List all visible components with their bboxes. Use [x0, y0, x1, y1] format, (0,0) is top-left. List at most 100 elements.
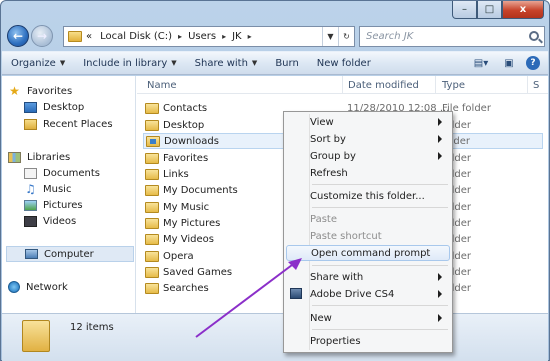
column-headers: Name Date modified Type S: [137, 76, 548, 94]
search-input[interactable]: [366, 31, 526, 42]
file-name: Favorites: [163, 152, 209, 164]
breadcrumb-users[interactable]: Users: [188, 31, 216, 42]
chevron-down-icon: ▼: [251, 59, 258, 67]
submenu-arrow-icon: [438, 152, 442, 160]
change-view-icon[interactable]: ▤▾: [470, 55, 492, 72]
file-name: My Music: [163, 201, 210, 213]
desktop-icon: [24, 101, 37, 113]
folder-icon: [145, 184, 159, 196]
breadcrumb-local-disk[interactable]: Local Disk (C:): [100, 31, 172, 42]
breadcrumb-history-icon[interactable]: «: [86, 31, 92, 42]
column-name[interactable]: Name: [147, 80, 177, 91]
address-bar[interactable]: « Local Disk (C:) ▸ Users ▸ JK ▸ ▼ ↻: [63, 26, 355, 47]
nav-videos[interactable]: Videos: [24, 213, 76, 229]
chevron-down-icon: ▼: [171, 59, 177, 67]
menu-item-group-by[interactable]: Group by: [286, 148, 450, 164]
share-with-label: Share with: [194, 57, 248, 69]
adobe-drive-icon: [290, 288, 302, 299]
chevron-right-icon[interactable]: ▸: [222, 32, 226, 41]
menu-item-customize-folder[interactable]: Customize this folder...: [286, 188, 450, 204]
menu-item-label: Refresh: [310, 167, 348, 179]
command-bar: Organize ▼ Include in library ▼ Share with…: [2, 51, 548, 75]
chevron-right-icon[interactable]: ▸: [178, 32, 182, 41]
navigation-bar: ← → « Local Disk (C:) ▸ Users ▸ JK ▸ ▼ ↻: [5, 25, 545, 49]
menu-item-paste-shortcut[interactable]: Paste shortcut: [286, 228, 450, 244]
column-divider[interactable]: [342, 76, 343, 94]
explorer-window: – □ x ← → « Local Disk (C:) ▸ Users ▸ JK…: [0, 0, 550, 361]
folder-icon: [145, 266, 159, 278]
new-folder-button[interactable]: New folder: [308, 58, 380, 69]
submenu-arrow-icon: [438, 314, 442, 322]
nav-pictures[interactable]: Pictures: [24, 197, 83, 213]
menu-item-refresh[interactable]: Refresh: [286, 165, 450, 181]
menu-item-label: Paste shortcut: [310, 230, 382, 242]
address-controls: ▼ ↻: [322, 27, 354, 46]
file-name: Contacts: [163, 102, 208, 114]
nav-desktop[interactable]: Desktop: [24, 99, 84, 115]
chevron-right-icon[interactable]: ▸: [248, 32, 252, 41]
computer-icon: [25, 249, 38, 259]
column-divider[interactable]: [435, 76, 436, 94]
folder-icon: [22, 320, 50, 352]
downloads-folder-icon: [146, 135, 160, 147]
menu-item-label: Customize this folder...: [310, 190, 425, 202]
refresh-icon[interactable]: ↻: [338, 27, 354, 46]
nav-recent-places[interactable]: Recent Places: [24, 116, 113, 132]
menu-item-open-command-prompt[interactable]: Open command prompt: [286, 245, 450, 261]
organize-label: Organize: [11, 57, 56, 69]
folder-icon: [145, 152, 159, 164]
breadcrumb-jk[interactable]: JK: [232, 31, 242, 42]
nav-favorites-label: Favorites: [27, 85, 73, 97]
menu-item-share-with[interactable]: Share with: [286, 269, 450, 285]
submenu-arrow-icon: [438, 290, 442, 298]
folder-icon: [145, 233, 159, 245]
search-box[interactable]: [359, 26, 545, 47]
menu-separator: [312, 265, 448, 266]
column-date-modified[interactable]: Date modified: [348, 80, 419, 91]
folder-icon: [145, 102, 159, 114]
search-icon[interactable]: [529, 31, 539, 41]
menu-item-label: Share with: [310, 271, 364, 283]
menu-separator: [312, 184, 448, 185]
title-bar: – □ x: [1, 1, 549, 25]
minimize-button[interactable]: –: [452, 1, 477, 19]
nav-favorites[interactable]: ★ Favorites: [8, 83, 72, 99]
help-icon[interactable]: ?: [526, 56, 540, 70]
network-icon: [8, 281, 20, 293]
share-with-button[interactable]: Share with ▼: [186, 58, 267, 69]
menu-item-sort-by[interactable]: Sort by: [286, 131, 450, 147]
column-type[interactable]: Type: [442, 80, 465, 91]
maximize-button[interactable]: □: [477, 1, 502, 19]
preview-pane-icon[interactable]: ▣: [498, 55, 520, 72]
forward-button[interactable]: →: [31, 25, 53, 47]
menu-item-adobe-drive[interactable]: Adobe Drive CS4: [286, 286, 450, 302]
back-button[interactable]: ←: [7, 25, 29, 47]
menu-item-view[interactable]: View: [286, 114, 450, 130]
window-controls: – □ x: [452, 1, 544, 19]
nav-computer[interactable]: Computer: [6, 246, 134, 262]
submenu-arrow-icon: [438, 135, 442, 143]
nav-documents[interactable]: Documents: [24, 165, 100, 181]
folder-icon: [145, 250, 159, 262]
nav-videos-label: Videos: [43, 215, 77, 227]
folder-icon: [145, 119, 159, 131]
column-size[interactable]: S: [533, 80, 539, 91]
menu-item-properties[interactable]: Properties: [286, 333, 450, 349]
close-button[interactable]: x: [502, 1, 544, 19]
nav-music[interactable]: ♫ Music: [24, 181, 71, 197]
forward-arrow-icon: →: [36, 29, 48, 43]
nav-libraries[interactable]: Libraries: [8, 149, 70, 165]
organize-button[interactable]: Organize ▼: [2, 58, 74, 69]
include-in-library-button[interactable]: Include in library ▼: [74, 58, 185, 69]
nav-network[interactable]: Network: [8, 279, 68, 295]
menu-item-new[interactable]: New: [286, 310, 450, 326]
folder-icon: [145, 201, 159, 213]
column-divider[interactable]: [527, 76, 528, 94]
address-dropdown-icon[interactable]: ▼: [322, 27, 338, 46]
burn-button[interactable]: Burn: [266, 58, 307, 69]
submenu-arrow-icon: [438, 118, 442, 126]
include-in-library-label: Include in library: [83, 57, 168, 69]
file-name: Desktop: [163, 119, 205, 131]
view-controls: ▤▾ ▣ ?: [470, 55, 540, 72]
menu-item-paste[interactable]: Paste: [286, 211, 450, 227]
